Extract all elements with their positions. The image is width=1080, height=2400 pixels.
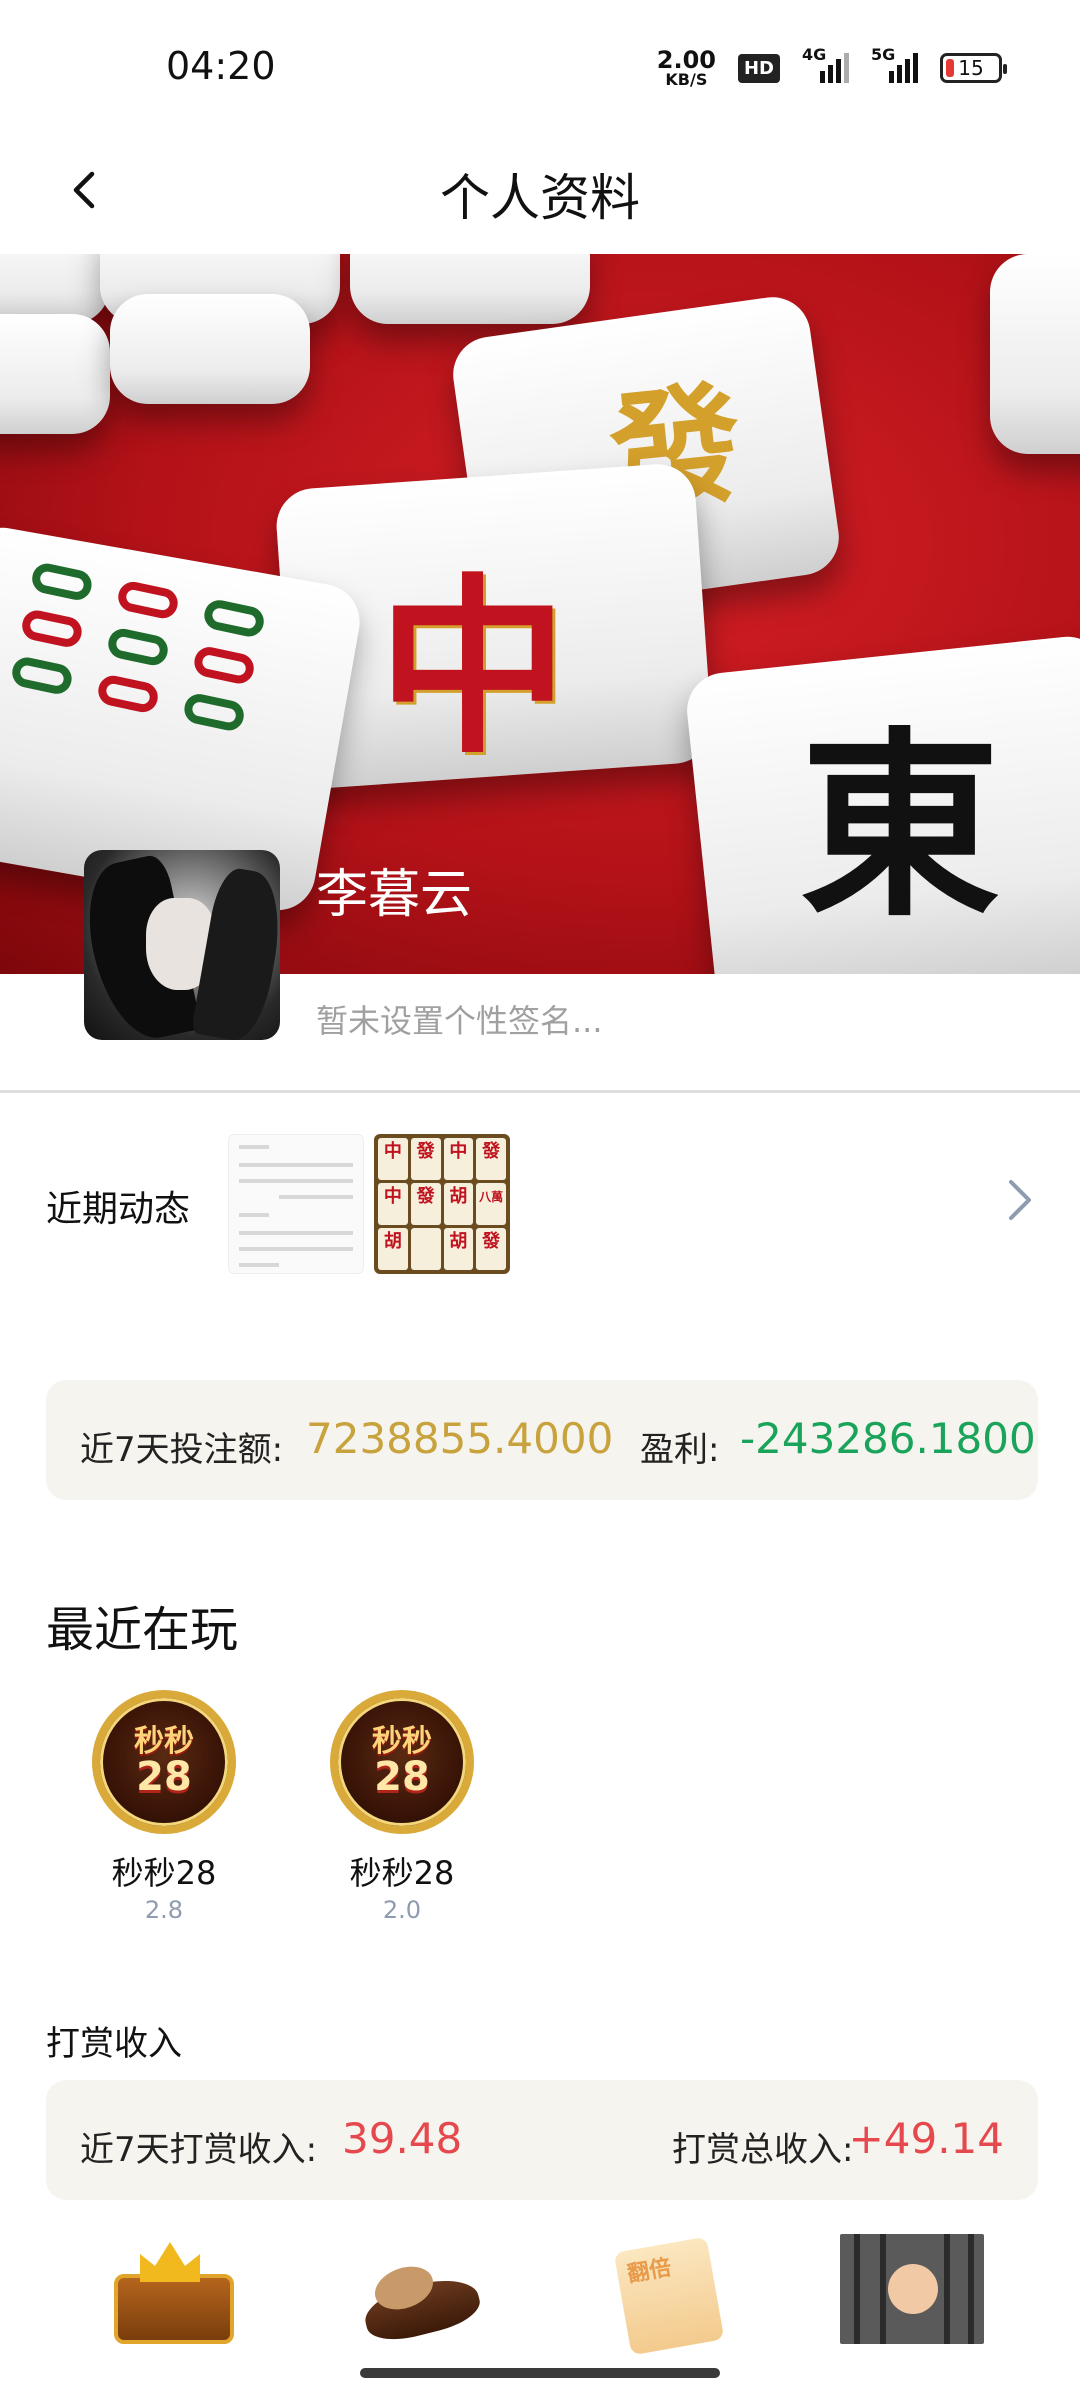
- status-time: 04:20: [166, 44, 276, 88]
- activity-thumbnail-1[interactable]: [228, 1134, 364, 1274]
- game-item[interactable]: 秒秒 28 秒秒28 2.8: [84, 1690, 244, 1924]
- total-reward-value: +49.14: [848, 2114, 1004, 2163]
- section-divider: [0, 1090, 1080, 1093]
- game-icon[interactable]: 秒秒 28: [92, 1690, 236, 1834]
- net-speed: 2.00 KB/S: [656, 46, 716, 89]
- seashell-icon[interactable]: [352, 2234, 492, 2354]
- chevron-right-icon[interactable]: [1000, 1170, 1040, 1230]
- bet-label: 近7天投注额:: [80, 1430, 284, 1470]
- battery-icon: 15: [940, 53, 1007, 83]
- status-icons: 2.00 KB/S HD 4G 5G 15: [656, 45, 1007, 89]
- week-reward-value: 39.48: [342, 2114, 463, 2163]
- home-indicator[interactable]: [360, 2368, 720, 2378]
- game-item[interactable]: 秒秒 28 秒秒28 2.0: [322, 1690, 482, 1924]
- avatar[interactable]: [84, 850, 280, 1040]
- game-name: 秒秒28: [111, 1854, 217, 1892]
- profit-value: -243286.1800: [740, 1414, 1036, 1463]
- bet-stats-card: 近7天投注额: 7238855.4000 盈利: -243286.1800: [46, 1380, 1038, 1500]
- status-bar: 04:20 2.00 KB/S HD 4G 5G 15: [0, 0, 1080, 130]
- app-header: 个人资料: [0, 130, 1080, 254]
- profit-label: 盈利:: [640, 1430, 720, 1470]
- treasure-chest-icon[interactable]: [104, 2234, 244, 2354]
- game-name: 秒秒28: [349, 1854, 455, 1892]
- battery-level: 15: [958, 56, 984, 80]
- username: 李暮云: [316, 865, 473, 925]
- page-title: 个人资料: [440, 169, 640, 227]
- double-card-icon[interactable]: 翻倍: [598, 2234, 738, 2356]
- bio-text[interactable]: 暂未设置个性签名...: [316, 996, 603, 1042]
- bet-value: 7238855.4000: [306, 1414, 614, 1463]
- rewards-title: 打赏收入: [46, 2024, 182, 2064]
- hd-icon: HD: [737, 53, 780, 83]
- total-reward-label: 打赏总收入:: [672, 2130, 854, 2170]
- week-reward-label: 近7天打赏收入:: [80, 2130, 318, 2170]
- signal-4g-icon: 4G: [802, 45, 849, 83]
- game-version: 2.8: [144, 1896, 184, 1924]
- signal-5g-icon: 5G: [871, 45, 918, 83]
- game-icon[interactable]: 秒秒 28: [330, 1690, 474, 1834]
- game-version: 2.0: [382, 1896, 422, 1924]
- jail-icon[interactable]: [840, 2234, 984, 2354]
- activity-thumbnail-2[interactable]: 中 發 中 發 中 發 胡 八萬 胡 胡 發: [374, 1134, 510, 1274]
- recently-played-title: 最近在玩: [46, 1602, 239, 1658]
- recent-activity-row[interactable]: 近期动态 中 發 中 發 中 發 胡 八萬 胡 胡 發: [0, 1130, 1080, 1280]
- rewards-card: 近7天打赏收入: 39.48 打赏总收入: +49.14: [46, 2080, 1038, 2200]
- recent-activity-label: 近期动态: [46, 1189, 191, 1230]
